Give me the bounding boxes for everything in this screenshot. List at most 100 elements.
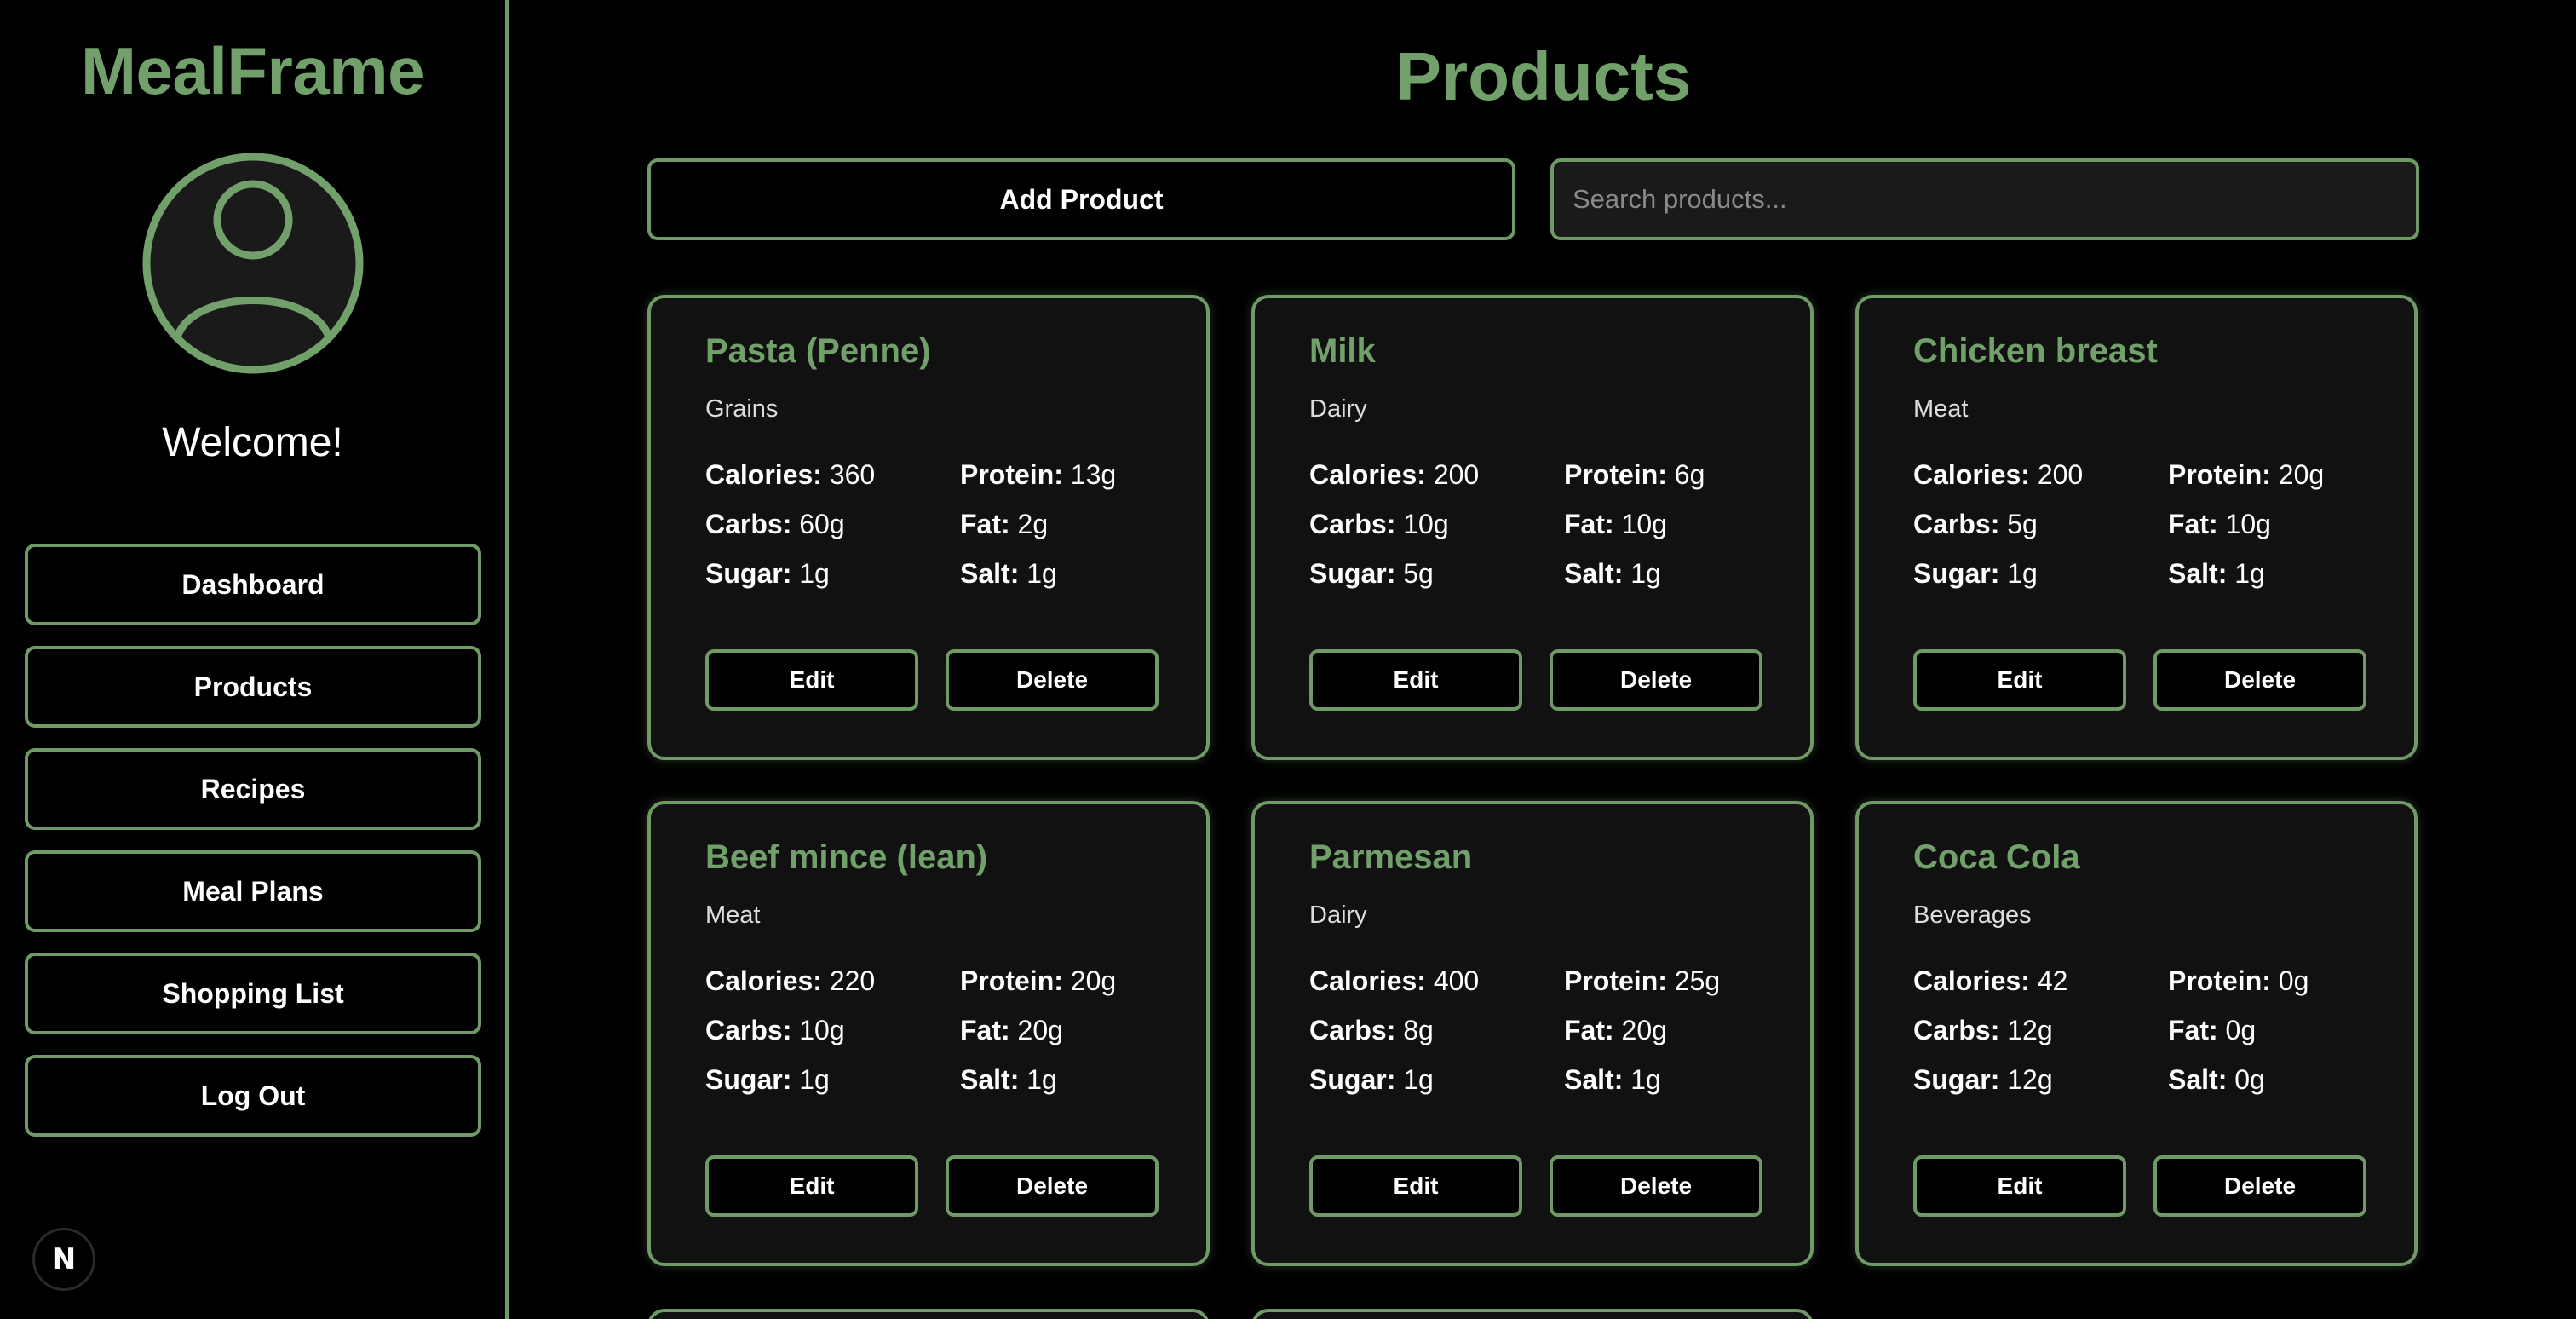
- stat-sugar: Sugar: 1g: [1309, 1064, 1434, 1096]
- stat-calories-label: Calories:: [1913, 459, 2030, 490]
- stat-salt: Salt: 1g: [960, 558, 1057, 590]
- product-card: Pasta (Penne) Grains Calories: 360 Protein:…: [647, 295, 1210, 760]
- stat-fat-label: Fat:: [960, 509, 1010, 539]
- stat-calories-value: 400: [1433, 965, 1480, 996]
- user-avatar-icon[interactable]: [141, 152, 365, 375]
- stat-carbs: Carbs: 8g: [1309, 1015, 1434, 1046]
- stat-salt-label: Salt:: [2168, 1064, 2228, 1095]
- stat-carbs-label: Carbs:: [1309, 1015, 1396, 1045]
- stat-calories: Calories: 200: [1309, 459, 1479, 491]
- delete-button[interactable]: Delete: [2153, 649, 2366, 711]
- nav-log-out-button[interactable]: Log Out: [25, 1055, 481, 1137]
- nav-shopping-list-button[interactable]: Shopping List: [25, 953, 481, 1034]
- delete-button[interactable]: Delete: [946, 649, 1159, 711]
- nav-recipes-button[interactable]: Recipes: [25, 748, 481, 830]
- stat-carbs-label: Carbs:: [705, 509, 792, 539]
- delete-button[interactable]: Delete: [1550, 649, 1762, 711]
- stat-carbs-value: 10g: [799, 1015, 845, 1045]
- stat-calories-value: 200: [2037, 459, 2084, 490]
- product-card: Chicken breast Meat Calories: 200 Protein: …: [1855, 295, 2418, 760]
- stat-salt-label: Salt:: [1564, 1064, 1624, 1095]
- stat-fat-label: Fat:: [1564, 509, 1614, 539]
- stat-carbs-label: Carbs:: [1309, 509, 1396, 539]
- stat-sugar: Sugar: 12g: [1913, 1064, 2053, 1096]
- product-card: Beef mince (lean) Meat Calories: 220 Protei…: [647, 801, 1210, 1266]
- stat-calories: Calories: 400: [1309, 965, 1479, 997]
- stat-sugar-label: Sugar:: [1913, 558, 2000, 589]
- edit-button[interactable]: Edit: [1309, 649, 1522, 711]
- stat-calories-label: Calories:: [1309, 459, 1426, 490]
- edit-button[interactable]: Edit: [1913, 649, 2126, 711]
- stat-carbs-value: 5g: [2007, 509, 2038, 539]
- dev-tools-badge-icon[interactable]: N: [32, 1228, 95, 1291]
- nav-dashboard-button[interactable]: Dashboard: [25, 544, 481, 625]
- stat-calories: Calories: 220: [705, 965, 875, 997]
- stat-carbs-label: Carbs:: [1913, 509, 2000, 539]
- stat-protein: Protein: 0g: [2168, 965, 2309, 997]
- product-name: Beef mince (lean): [705, 838, 988, 876]
- stat-protein-label: Protein:: [1564, 965, 1667, 996]
- stat-fat-value: 2g: [1017, 509, 1049, 539]
- delete-button[interactable]: Delete: [2153, 1155, 2366, 1217]
- stat-protein: Protein: 6g: [1564, 459, 1705, 491]
- nav-meal-plans-button[interactable]: Meal Plans: [25, 850, 481, 932]
- edit-button[interactable]: Edit: [1309, 1155, 1522, 1217]
- stat-sugar-label: Sugar:: [705, 1064, 792, 1095]
- product-card: Coca Cola Beverages Calories: 42 Protein: 0…: [1855, 801, 2418, 1266]
- stat-sugar-value: 5g: [1403, 558, 1434, 589]
- stat-salt-value: 1g: [1026, 1064, 1057, 1095]
- nav-products-button[interactable]: Products: [25, 646, 481, 728]
- stat-carbs-value: 8g: [1403, 1015, 1434, 1045]
- add-product-button[interactable]: Add Product: [647, 158, 1515, 240]
- stat-calories-label: Calories:: [705, 459, 822, 490]
- stat-carbs: Carbs: 12g: [1913, 1015, 2053, 1046]
- product-category: Dairy: [1309, 901, 1367, 929]
- stat-carbs: Carbs: 10g: [705, 1015, 845, 1046]
- stat-protein-label: Protein:: [2168, 459, 2271, 490]
- sidebar: MealFrame Welcome! Dashboard Products Re…: [0, 0, 509, 1319]
- stat-protein-label: Protein:: [2168, 965, 2271, 996]
- stat-fat: Fat: 10g: [1564, 509, 1667, 540]
- stat-fat-value: 10g: [1621, 509, 1667, 539]
- stat-protein-value: 0g: [2278, 965, 2309, 996]
- stat-fat: Fat: 20g: [1564, 1015, 1667, 1046]
- edit-button[interactable]: Edit: [705, 649, 918, 711]
- product-name: Chicken breast: [1913, 332, 2158, 370]
- welcome-text: Welcome!: [162, 420, 343, 465]
- stat-protein: Protein: 20g: [2168, 459, 2324, 491]
- stat-calories-label: Calories:: [1913, 965, 2030, 996]
- stat-calories-label: Calories:: [1309, 965, 1426, 996]
- page-title: Products: [1395, 38, 1692, 114]
- stat-salt-label: Salt:: [960, 1064, 1020, 1095]
- stat-calories-value: 42: [2037, 965, 2068, 996]
- brand-logo[interactable]: MealFrame: [0, 32, 505, 110]
- stat-fat: Fat: 20g: [960, 1015, 1063, 1046]
- stat-protein-label: Protein:: [1564, 459, 1667, 490]
- stat-fat: Fat: 2g: [960, 509, 1048, 540]
- delete-button[interactable]: Delete: [1550, 1155, 1762, 1217]
- stat-carbs: Carbs: 5g: [1913, 509, 2038, 540]
- stat-salt-value: 1g: [2234, 558, 2265, 589]
- stat-salt-label: Salt:: [960, 558, 1020, 589]
- stat-sugar: Sugar: 5g: [1309, 558, 1434, 590]
- stat-calories: Calories: 200: [1913, 459, 2083, 491]
- stat-fat-value: 10g: [2225, 509, 2271, 539]
- delete-button[interactable]: Delete: [946, 1155, 1159, 1217]
- stat-fat-label: Fat:: [960, 1015, 1010, 1045]
- stat-fat: Fat: 0g: [2168, 1015, 2256, 1046]
- edit-button[interactable]: Edit: [1913, 1155, 2126, 1217]
- stat-sugar: Sugar: 1g: [705, 1064, 830, 1096]
- stat-salt: Salt: 0g: [2168, 1064, 2265, 1096]
- stat-sugar-label: Sugar:: [705, 558, 792, 589]
- product-card: Milk Dairy Calories: 200 Protein: 6g Carbs: …: [1251, 295, 1814, 760]
- edit-button[interactable]: Edit: [705, 1155, 918, 1217]
- stat-sugar-value: 1g: [2007, 558, 2038, 589]
- stat-carbs-label: Carbs:: [1913, 1015, 2000, 1045]
- search-input[interactable]: [1550, 158, 2419, 240]
- stat-fat: Fat: 10g: [2168, 509, 2271, 540]
- stat-protein-value: 20g: [1070, 965, 1117, 996]
- stat-calories-value: 200: [1433, 459, 1480, 490]
- stat-protein-value: 25g: [1674, 965, 1721, 996]
- stat-sugar: Sugar: 1g: [1913, 558, 2038, 590]
- stat-carbs: Carbs: 60g: [705, 509, 845, 540]
